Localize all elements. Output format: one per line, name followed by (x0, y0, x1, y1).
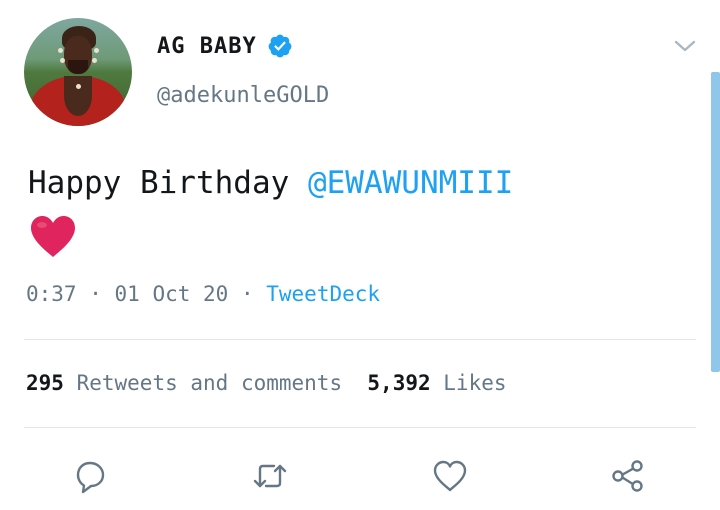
scrollbar[interactable] (711, 72, 720, 372)
red-heart-emoji-icon (31, 216, 75, 257)
avatar-chest (64, 76, 92, 116)
meta-separator: · (76, 282, 115, 306)
retweet-button[interactable] (250, 456, 290, 496)
avatar-bead (94, 48, 99, 53)
meta-separator: · (228, 282, 267, 306)
avatar-bead (58, 48, 63, 53)
reply-button[interactable] (70, 456, 110, 496)
user-name-row: AG BABY (157, 33, 293, 59)
display-name[interactable]: AG BABY (157, 34, 257, 59)
likes-label: Likes (443, 371, 507, 395)
likes-count: 5,392 (367, 371, 431, 395)
reply-icon (76, 461, 105, 494)
share-button[interactable] (608, 456, 648, 496)
verified-badge-icon (268, 34, 292, 58)
retweets-label: Retweets and comments (76, 371, 343, 395)
tweet-text: Happy Birthday @EWAWUNMIII (28, 160, 678, 206)
avatar-bead (92, 58, 97, 63)
avatar-bead (76, 84, 81, 89)
tweet-stats: 295 Retweets and comments 5,392 Likes (26, 371, 507, 395)
tweet-body: Happy Birthday (28, 165, 308, 201)
like-button[interactable] (430, 456, 470, 496)
retweets-stat[interactable]: 295 Retweets and comments (26, 371, 342, 395)
avatar-beard (68, 60, 88, 74)
retweets-count: 295 (26, 371, 64, 395)
user-handle[interactable]: @adekunleGOLD (157, 83, 329, 108)
source-app-link[interactable]: TweetDeck (266, 282, 380, 306)
tweet-time[interactable]: 0:37 (26, 282, 77, 306)
tweet-meta: 0:37 · 01 Oct 20 · TweetDeck (26, 282, 380, 306)
avatar[interactable] (24, 18, 132, 126)
avatar-bead (60, 58, 65, 63)
retweet-icon (253, 464, 287, 488)
divider (24, 427, 696, 428)
divider (24, 339, 696, 340)
likes-stat[interactable]: 5,392 Likes (367, 371, 506, 395)
chevron-down-icon[interactable] (672, 36, 698, 56)
like-icon (433, 460, 467, 492)
share-icon (612, 460, 643, 492)
tweet-date[interactable]: 01 Oct 20 (115, 282, 229, 306)
tweet-mention-link[interactable]: @EWAWUNMIII (308, 165, 513, 201)
